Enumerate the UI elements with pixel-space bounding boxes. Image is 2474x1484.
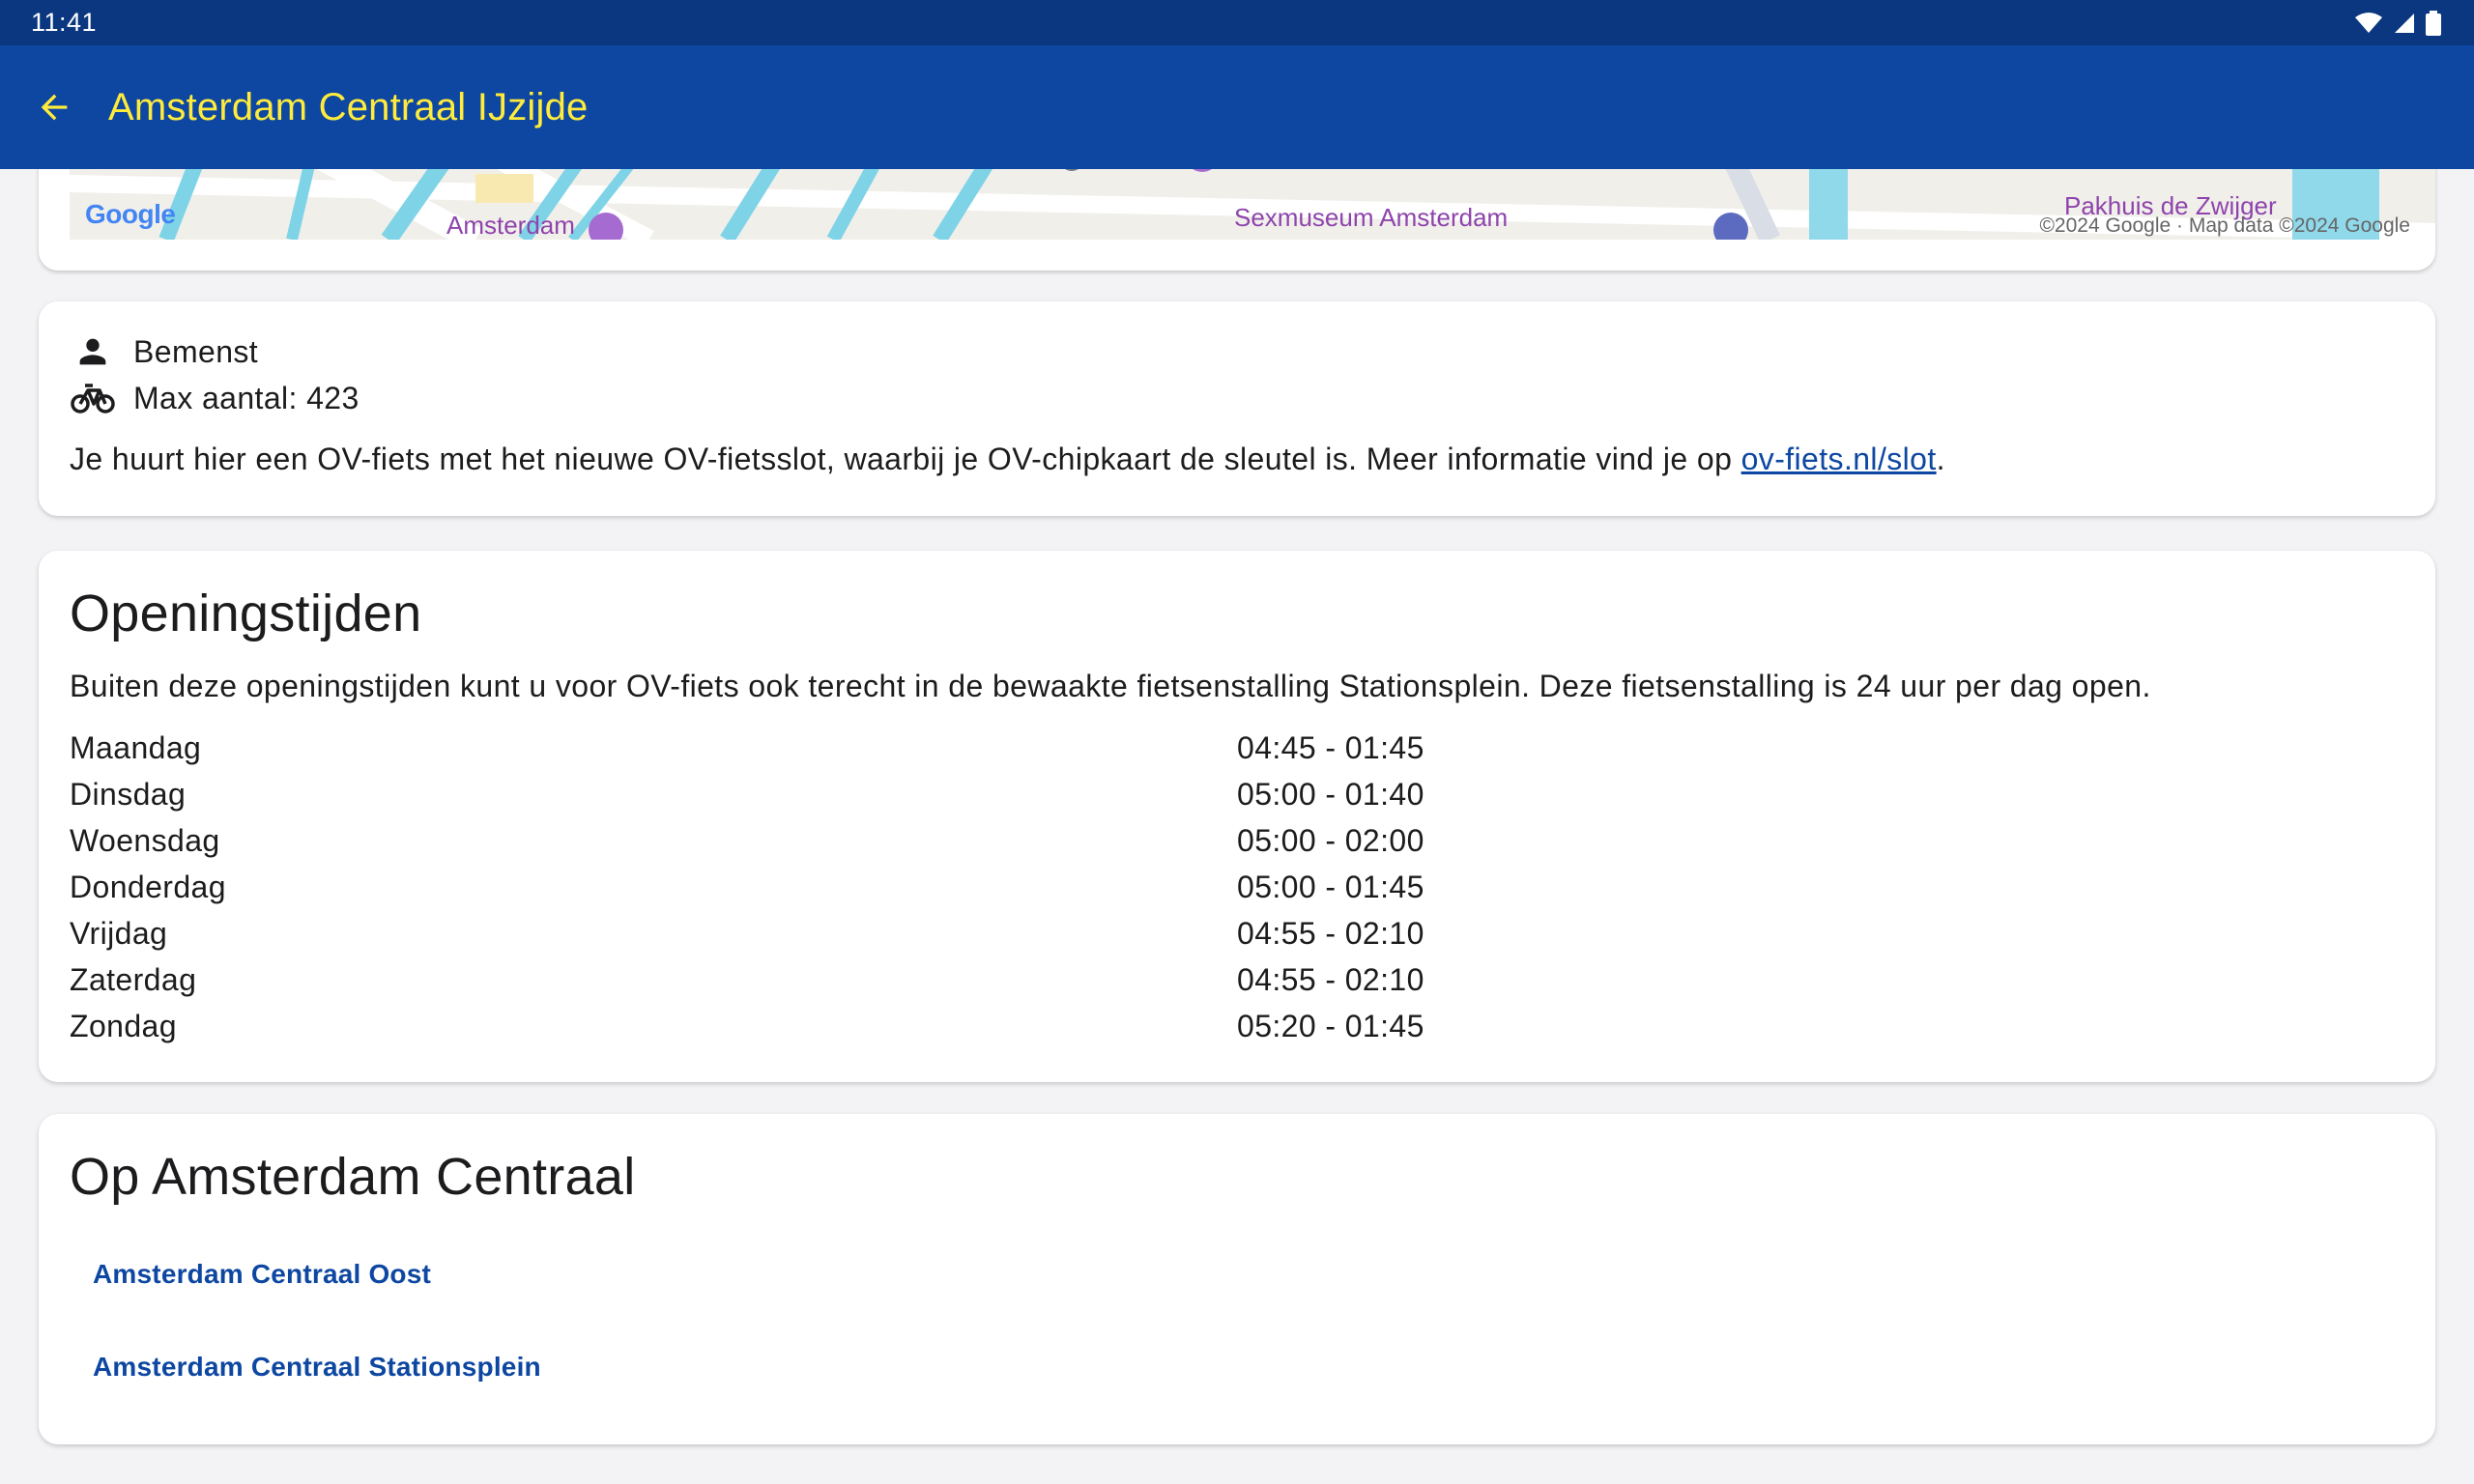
hours-time: 05:20 - 01:45 <box>1237 1008 1424 1043</box>
hours-time: 04:45 - 01:45 <box>1237 729 1424 765</box>
google-logo: Google <box>85 199 176 229</box>
battery-icon <box>2426 10 2441 36</box>
nearby-locations-card: Op Amsterdam Centraal Amsterdam Centraal… <box>39 1114 2435 1444</box>
opening-hours-heading: Openingstijden <box>70 585 422 642</box>
nearby-link-stationsplein[interactable]: Amsterdam Centraal Stationsplein <box>93 1352 541 1383</box>
back-button[interactable] <box>0 45 108 169</box>
hours-time: 05:00 - 02:00 <box>1237 822 1424 858</box>
page-title: Amsterdam Centraal IJzijde <box>108 85 589 128</box>
hours-time: 04:55 - 02:10 <box>1237 915 1424 951</box>
wifi-icon <box>2355 12 2382 33</box>
info-description-text: Je huurt hier een OV-fiets met het nieuw… <box>70 442 1741 476</box>
info-description-end: . <box>1936 442 1945 476</box>
hours-row: Maandag 04:45 - 01:45 <box>70 725 2389 771</box>
map-credit: ©2024 Google · Map data ©2024 Google <box>2039 214 2410 237</box>
hours-day: Dinsdag <box>70 776 187 812</box>
map-label-amsterdam: Amsterdam <box>446 211 575 240</box>
hours-day: Woensdag <box>70 822 220 858</box>
hours-day: Donderdag <box>70 869 226 904</box>
hours-row: Woensdag 05:00 - 02:00 <box>70 817 2389 864</box>
hours-row: Donderdag 05:00 - 01:45 <box>70 864 2389 910</box>
nearby-link-oost[interactable]: Amsterdam Centraal Oost <box>93 1259 431 1290</box>
capacity-row: Max aantal: 423 <box>70 379 360 417</box>
signal-icon <box>2395 13 2414 33</box>
app-bar: Amsterdam Centraal IJzijde <box>0 45 2474 169</box>
opening-hours-card: Openingstijden Buiten deze openingstijde… <box>39 551 2435 1082</box>
nearby-heading: Op Amsterdam Centraal <box>70 1148 636 1206</box>
person-icon <box>70 332 116 371</box>
hours-time: 05:00 - 01:45 <box>1237 869 1424 904</box>
status-icons <box>2354 10 2441 36</box>
hours-row: Zondag 05:20 - 01:45 <box>70 1003 2389 1049</box>
hours-day: Maandag <box>70 729 202 765</box>
hours-row: Vrijdag 04:55 - 02:10 <box>70 910 2389 956</box>
bicycle-icon <box>70 379 116 417</box>
map-label-sexmuseum: Sexmuseum Amsterdam <box>1234 203 1509 232</box>
info-card: Bemenst Max aantal: 423 Je huurt hier ee… <box>39 301 2435 516</box>
opening-hours-note: Buiten deze openingstijden kunt u voor O… <box>70 669 2151 703</box>
hours-day: Zondag <box>70 1008 177 1043</box>
arrow-left-icon <box>41 94 68 121</box>
ov-fiets-slot-link[interactable]: ov-fiets.nl/slot <box>1741 442 1937 476</box>
staffed-row: Bemenst <box>70 332 258 371</box>
hours-day: Zaterdag <box>70 961 197 997</box>
hours-day: Vrijdag <box>70 915 168 951</box>
staffed-label: Bemenst <box>133 333 259 369</box>
status-time: 11:41 <box>31 8 98 37</box>
hours-row: Dinsdag 05:00 - 01:40 <box>70 771 2389 817</box>
status-bar: 11:41 <box>0 0 2474 45</box>
capacity-label: Max aantal: 423 <box>133 380 360 415</box>
hours-time: 04:55 - 02:10 <box>1237 961 1424 997</box>
info-description: Je huurt hier een OV-fiets met het nieuw… <box>70 442 1945 477</box>
hours-row: Zaterdag 04:55 - 02:10 <box>70 956 2389 1003</box>
opening-hours-table: Maandag 04:45 - 01:45 Dinsdag 05:00 - 01… <box>70 725 2389 1049</box>
hours-time: 05:00 - 01:40 <box>1237 776 1424 812</box>
